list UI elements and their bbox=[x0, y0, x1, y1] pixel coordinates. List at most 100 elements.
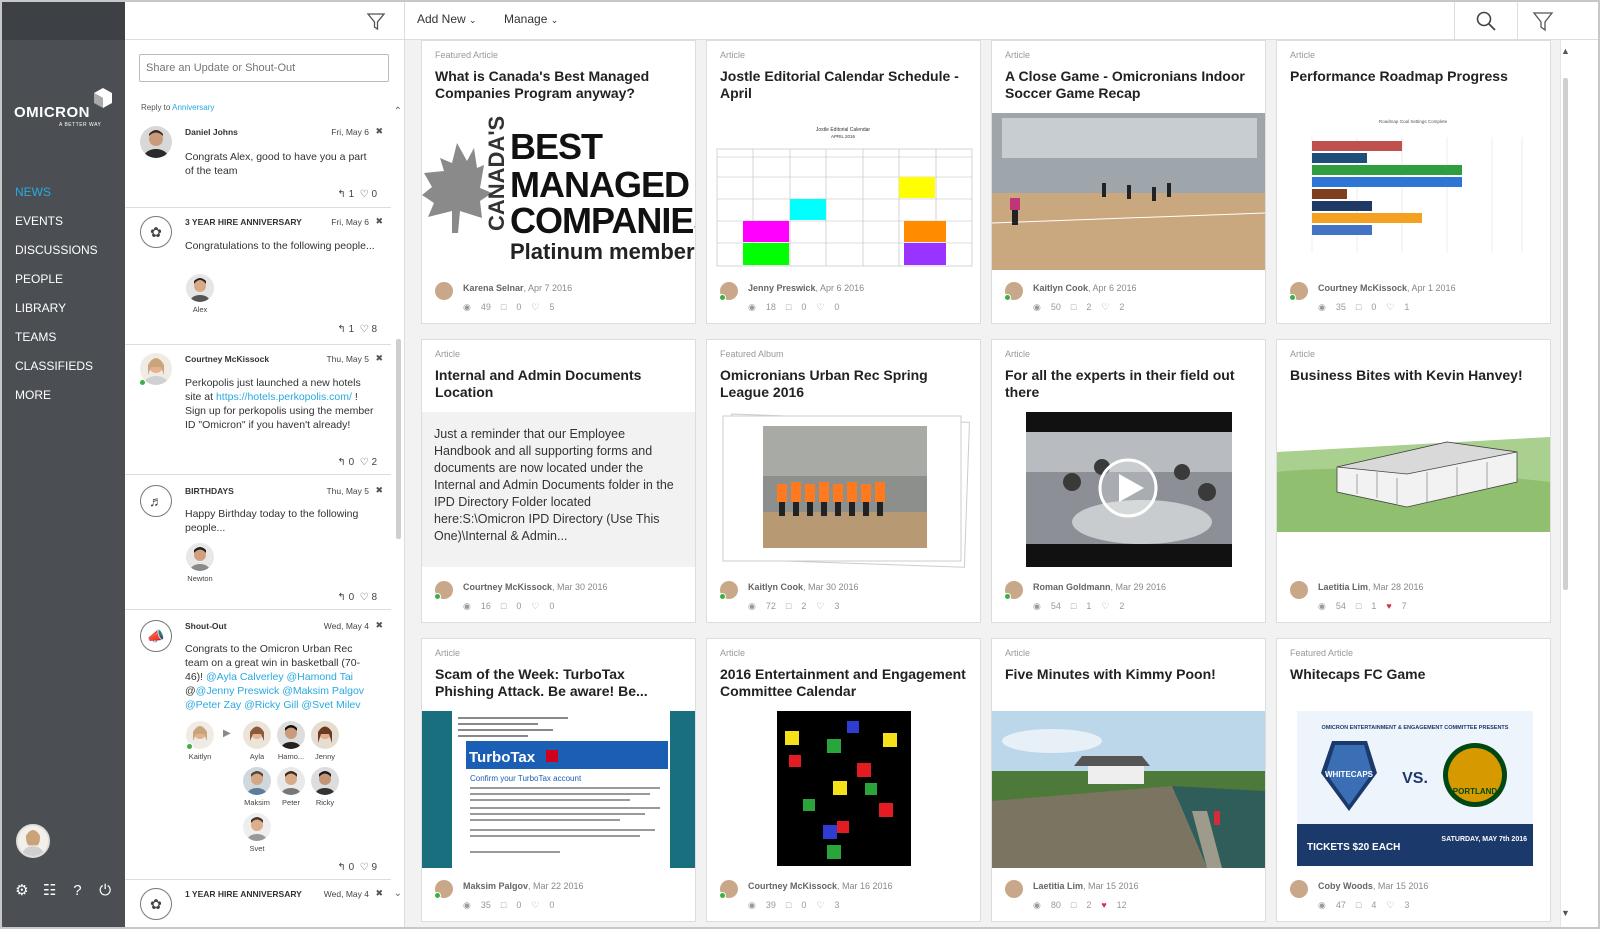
heart-icon[interactable]: ♡ bbox=[360, 189, 369, 200]
card-title[interactable]: For all the experts in their field out t… bbox=[1005, 367, 1255, 401]
news-card[interactable]: Featured Article What is Canada's Best M… bbox=[421, 40, 696, 324]
nav-item-teams[interactable]: TEAMS bbox=[2, 323, 125, 352]
comment-icon[interactable]: □ bbox=[501, 900, 506, 910]
heart-icon[interactable]: ♡ bbox=[531, 900, 539, 910]
reply-icon[interactable]: ↰ bbox=[337, 592, 345, 603]
card-title[interactable]: 2016 Entertainment and Engagement Commit… bbox=[720, 666, 970, 700]
share-update-input[interactable] bbox=[139, 54, 389, 82]
person-chip[interactable]: Newton bbox=[186, 543, 214, 583]
card-image[interactable]: TurboTax Confirm your TurboTax account bbox=[422, 711, 695, 868]
comment-icon[interactable]: □ bbox=[1071, 302, 1076, 312]
avatar[interactable] bbox=[140, 126, 172, 158]
card-title[interactable]: Five Minutes with Kimmy Poon! bbox=[1005, 666, 1255, 683]
news-card[interactable]: Article Scam of the Week: TurboTax Phish… bbox=[421, 638, 696, 922]
feed-scrollbar[interactable] bbox=[396, 339, 401, 539]
filter-icon[interactable] bbox=[1532, 10, 1554, 32]
mention-link[interactable]: @Jenny Preswick @Maksim Palgov bbox=[196, 685, 364, 697]
omicron-logo[interactable]: OMICRON A BETTER WAY bbox=[14, 86, 114, 132]
nav-item-classifieds[interactable]: CLASSIFIEDS bbox=[2, 352, 125, 381]
reply-icon[interactable]: ↰ bbox=[337, 862, 345, 873]
feed-scroll-down-icon[interactable]: ⌄ bbox=[394, 888, 402, 899]
close-icon[interactable]: ✖ bbox=[375, 216, 383, 227]
scrollbar-thumb[interactable] bbox=[1563, 78, 1568, 590]
author-name[interactable]: Kaitlyn Cook bbox=[748, 582, 803, 592]
post-link[interactable]: https://hotels.perkopolis.com/ bbox=[216, 391, 352, 403]
heart-icon[interactable]: ♡ bbox=[360, 592, 369, 603]
comment-icon[interactable]: □ bbox=[1356, 900, 1361, 910]
feed-post[interactable]: Daniel Johns Fri, May 6 ✖ Congrats Alex,… bbox=[125, 116, 391, 208]
current-user-avatar[interactable] bbox=[16, 824, 50, 858]
card-title[interactable]: Business Bites with Kevin Hanvey! bbox=[1290, 367, 1540, 384]
video-thumbnail[interactable] bbox=[992, 412, 1265, 569]
post-author[interactable]: Courtney McKissock bbox=[185, 354, 269, 364]
person-chip[interactable]: Ayla bbox=[243, 721, 271, 761]
news-card[interactable]: Article Performance Roadmap Progress Roa… bbox=[1276, 40, 1551, 324]
reply-icon[interactable]: ↰ bbox=[337, 324, 345, 335]
nav-item-events[interactable]: EVENTS bbox=[2, 207, 125, 236]
heart-filled-icon[interactable]: ♥ bbox=[1386, 601, 1391, 611]
author-name[interactable]: Courtney McKissock bbox=[463, 582, 552, 592]
heart-icon[interactable]: ♡ bbox=[531, 302, 539, 312]
heart-icon[interactable]: ♡ bbox=[360, 324, 369, 335]
gear-icon[interactable]: ⚙ bbox=[12, 881, 32, 899]
scroll-down-icon[interactable]: ▼ bbox=[1561, 908, 1570, 918]
heart-icon[interactable]: ♡ bbox=[1101, 302, 1109, 312]
add-new-menu[interactable]: Add New ⌄ bbox=[417, 12, 477, 26]
feed-post[interactable]: ✿ 3 YEAR HIRE ANNIVERSARY Fri, May 6 ✖ C… bbox=[125, 208, 391, 345]
heart-icon[interactable]: ♡ bbox=[816, 601, 824, 611]
person-chip[interactable]: Ricky bbox=[311, 767, 339, 807]
card-title[interactable]: Whitecaps FC Game bbox=[1290, 666, 1540, 683]
comment-icon[interactable]: □ bbox=[786, 302, 791, 312]
person-chip[interactable]: Maksim bbox=[243, 767, 271, 807]
filter-icon[interactable] bbox=[366, 11, 386, 31]
author-name[interactable]: Roman Goldmann bbox=[1033, 582, 1111, 592]
comment-icon[interactable]: □ bbox=[501, 601, 506, 611]
author-name[interactable]: Maksim Palgov bbox=[463, 881, 528, 891]
feed-post[interactable]: 📣 Shout-Out Wed, May 4 ✖ Congrats to the… bbox=[125, 610, 391, 880]
card-image[interactable] bbox=[1277, 412, 1550, 569]
feed-scroll-up-icon[interactable]: ⌃ bbox=[394, 106, 402, 117]
nav-item-more[interactable]: MORE bbox=[2, 381, 125, 410]
heart-icon[interactable]: ♡ bbox=[816, 900, 824, 910]
author-name[interactable]: Courtney McKissock bbox=[1318, 283, 1407, 293]
mention-link[interactable]: @Peter Zay @Ricky Gill @Svet Milev bbox=[185, 699, 361, 711]
heart-filled-icon[interactable]: ♥ bbox=[1101, 900, 1106, 910]
author-name[interactable]: Coby Woods bbox=[1318, 881, 1373, 891]
card-title[interactable]: Scam of the Week: TurboTax Phishing Atta… bbox=[435, 666, 685, 700]
help-icon[interactable]: ? bbox=[67, 882, 87, 899]
card-image[interactable]: CANADA'S BEST MANAGED COMPANIES Platinum… bbox=[422, 113, 695, 270]
feed-post[interactable]: Courtney McKissock Thu, May 5 ✖ Perkopol… bbox=[125, 345, 391, 475]
page-scrollbar[interactable]: ▲ ▼ bbox=[1560, 40, 1598, 927]
card-title[interactable]: Performance Roadmap Progress bbox=[1290, 68, 1540, 85]
author-name[interactable]: Karena Selnar bbox=[463, 283, 524, 293]
sliders-icon[interactable]: ☷ bbox=[40, 881, 60, 899]
author-name[interactable]: Laetitia Lim bbox=[1033, 881, 1083, 891]
close-icon[interactable]: ✖ bbox=[375, 126, 383, 137]
reply-to-link[interactable]: Anniversary bbox=[172, 103, 214, 112]
close-icon[interactable]: ✖ bbox=[375, 888, 383, 899]
close-icon[interactable]: ✖ bbox=[375, 353, 383, 364]
comment-icon[interactable]: □ bbox=[1071, 900, 1076, 910]
feed-post[interactable]: ♬ BIRTHDAYS Thu, May 5 ✖ Happy Birthday … bbox=[125, 475, 391, 610]
author-name[interactable]: Kaitlyn Cook bbox=[1033, 283, 1088, 293]
author-name[interactable]: Laetitia Lim bbox=[1318, 582, 1368, 592]
card-image[interactable]: Jostle Editorial Calendar APRIL 2016 bbox=[707, 113, 980, 270]
reply-icon[interactable]: ↰ bbox=[337, 189, 345, 200]
card-title[interactable]: Jostle Editorial Calendar Schedule - Apr… bbox=[720, 68, 970, 102]
nav-item-people[interactable]: PEOPLE bbox=[2, 265, 125, 294]
news-card[interactable]: Article Five Minutes with Kimmy Poon! La… bbox=[991, 638, 1266, 922]
close-icon[interactable]: ✖ bbox=[375, 485, 383, 496]
card-title[interactable]: Omicronians Urban Rec Spring League 2016 bbox=[720, 367, 970, 401]
avatar[interactable] bbox=[1290, 581, 1308, 599]
card-image[interactable] bbox=[992, 711, 1265, 868]
close-icon[interactable]: ✖ bbox=[375, 620, 383, 631]
mention-link[interactable]: @Ayla Calverley @Hamond Tai bbox=[206, 671, 353, 683]
author-name[interactable]: Jenny Preswick bbox=[748, 283, 816, 293]
person-chip[interactable]: Hamo... bbox=[277, 721, 305, 761]
power-icon[interactable]: ⏻ bbox=[95, 882, 115, 899]
comment-icon[interactable]: □ bbox=[786, 601, 791, 611]
comment-icon[interactable]: □ bbox=[501, 302, 506, 312]
news-card[interactable]: Article Jostle Editorial Calendar Schedu… bbox=[706, 40, 981, 324]
sender-chip[interactable]: Kaitlyn bbox=[186, 721, 214, 761]
news-card[interactable]: Article For all the experts in their fie… bbox=[991, 339, 1266, 623]
